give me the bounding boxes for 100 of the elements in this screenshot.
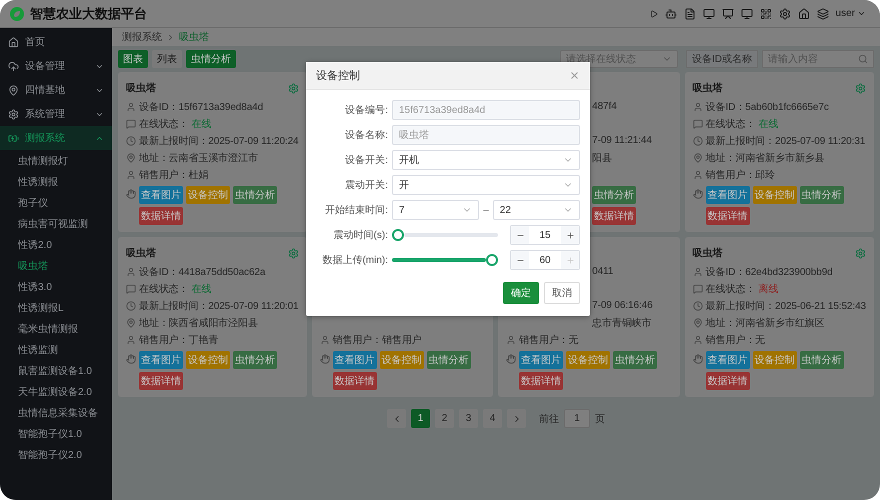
page-button[interactable]: 1 xyxy=(411,409,430,428)
card-button[interactable]: 设备控制 xyxy=(186,351,230,369)
sidebar-item[interactable]: 四情基地 xyxy=(0,78,112,102)
range-separator: – xyxy=(483,204,489,216)
card-text: 设备ID：5ab60b1fc6665e7c xyxy=(706,100,829,114)
dialog-button[interactable]: 取消 xyxy=(544,282,580,304)
card-button[interactable]: 数据详情 xyxy=(706,207,750,225)
sidebar-subitem[interactable]: 虫情信息采集设备 xyxy=(0,402,112,423)
card-button[interactable]: 数据详情 xyxy=(139,372,183,390)
sidebar-item[interactable]: 首页 xyxy=(0,30,112,54)
card-button[interactable]: 设备控制 xyxy=(380,351,424,369)
card-button[interactable]: 查看图片 xyxy=(519,351,564,369)
sidebar-subitem[interactable]: 毫米虫情测报 xyxy=(0,318,112,339)
view-button[interactable]: 列表 xyxy=(152,50,182,68)
sidebar-item[interactable]: 测报系统 xyxy=(0,126,112,150)
sidebar-subitem[interactable]: 智能孢子仪2.0 xyxy=(0,444,112,465)
card-button[interactable]: 数据详情 xyxy=(139,207,183,225)
sidebar-subitem[interactable]: 性诱2.0 xyxy=(0,234,112,255)
sidebar-subitem[interactable]: 性诱测报 xyxy=(0,171,112,192)
view-button[interactable]: 虫情分析 xyxy=(186,50,236,68)
slider[interactable] xyxy=(392,229,498,241)
slider-thumb[interactable] xyxy=(486,254,498,266)
card-button[interactable]: 查看图片 xyxy=(139,186,183,204)
layers-icon[interactable] xyxy=(816,8,829,20)
card-button[interactable]: 虫情分析 xyxy=(800,186,844,204)
document-icon[interactable] xyxy=(684,8,696,20)
close-icon[interactable] xyxy=(569,70,580,81)
card-button[interactable]: 虫情分析 xyxy=(800,351,844,369)
card-button[interactable]: 数据详情 xyxy=(706,372,750,390)
card-button[interactable]: 数据详情 xyxy=(519,372,564,390)
card-button[interactable]: 虫情分析 xyxy=(426,351,471,369)
sidebar-subitem[interactable]: 性诱测报L xyxy=(0,297,112,318)
breadcrumb-link[interactable]: 测报系统 xyxy=(122,30,162,44)
card-text: 销售用户：丁艳青 xyxy=(139,334,218,346)
hand-icon xyxy=(692,354,703,364)
card-button[interactable]: 虫情分析 xyxy=(233,186,277,204)
select-field[interactable]: 7 xyxy=(392,200,480,220)
card-text: 设备ID：15f6713a39ed8a4d xyxy=(139,100,264,114)
plus-button[interactable] xyxy=(561,226,579,244)
card-button[interactable]: 虫情分析 xyxy=(592,186,636,204)
card-button[interactable]: 虫情分析 xyxy=(233,351,277,369)
status-label: 在线状态： xyxy=(706,118,756,130)
search-icon[interactable] xyxy=(858,54,868,64)
slider[interactable] xyxy=(392,254,498,266)
slider-thumb[interactable] xyxy=(392,229,404,241)
robot-icon[interactable] xyxy=(664,8,677,20)
view-button[interactable]: 图表 xyxy=(118,50,148,68)
page-button[interactable]: 3 xyxy=(459,409,478,428)
card-button[interactable]: 设备控制 xyxy=(752,186,797,204)
number-stepper[interactable]: 15 xyxy=(510,225,580,245)
qr-code-icon[interactable] xyxy=(760,8,772,20)
sidebar-subitem[interactable]: 性诱3.0 xyxy=(0,276,112,297)
sidebar-subitem[interactable]: 鼠害监测设备1.0 xyxy=(0,360,112,381)
user-menu[interactable]: user xyxy=(836,8,866,19)
status-label: 在线状态： xyxy=(139,118,189,130)
select-field[interactable]: 开 xyxy=(392,175,580,195)
card-button[interactable]: 数据详情 xyxy=(592,207,636,225)
card-button[interactable]: 设备控制 xyxy=(186,186,230,204)
select-field[interactable]: 开机 xyxy=(392,150,580,170)
home-icon[interactable] xyxy=(798,8,810,20)
select-field[interactable]: 22 xyxy=(492,200,580,220)
page-button[interactable]: 2 xyxy=(435,409,454,428)
sidebar-item[interactable]: 设备管理 xyxy=(0,54,112,78)
dialog-button[interactable]: 确定 xyxy=(503,282,539,304)
status-value: 在线 xyxy=(192,118,212,130)
sidebar-subitem[interactable]: 吸虫塔 xyxy=(0,255,112,276)
card-button[interactable]: 数据详情 xyxy=(332,372,377,390)
card-button[interactable]: 查看图片 xyxy=(139,351,183,369)
card-button[interactable]: 虫情分析 xyxy=(613,351,658,369)
card-text: 最新上报时间：2025-07-09 11:20:24 xyxy=(139,134,299,148)
home-icon xyxy=(8,36,19,48)
person-icon xyxy=(692,102,703,112)
sidebar-subitem[interactable]: 性诱监测 xyxy=(0,339,112,360)
play-icon[interactable] xyxy=(650,10,658,18)
card-text: 忠市青铜峡市 xyxy=(592,316,652,330)
card-button[interactable]: 查看图片 xyxy=(706,351,750,369)
card-button[interactable]: 查看图片 xyxy=(706,186,750,204)
sidebar-item[interactable]: 系统管理 xyxy=(0,102,112,126)
sidebar-subitem[interactable]: 虫情测报灯 xyxy=(0,150,112,171)
page-button[interactable]: 4 xyxy=(483,409,502,428)
sidebar-subitem[interactable]: 天牛监测设备2.0 xyxy=(0,381,112,402)
sidebar-subitem[interactable]: 孢子仪 xyxy=(0,192,112,213)
logo-icon xyxy=(10,6,24,20)
card-text: 最新上报时间：2025-07-09 11:20:31 xyxy=(706,134,866,148)
page-input[interactable]: 1 xyxy=(564,409,590,428)
card-title: 吸虫塔 xyxy=(692,82,723,95)
field-label: 设备名称: xyxy=(344,129,388,142)
settings-icon[interactable] xyxy=(778,8,791,20)
card-button[interactable]: 设备控制 xyxy=(566,351,610,369)
monitor-icon[interactable] xyxy=(702,8,715,20)
card-button[interactable]: 设备控制 xyxy=(752,351,797,369)
sidebar-subitem[interactable]: 智能孢子仪1.0 xyxy=(0,423,112,444)
person-icon xyxy=(126,102,136,112)
map-pin-icon xyxy=(8,84,19,96)
card-button[interactable]: 查看图片 xyxy=(332,351,377,369)
card-text: 销售用户：销售用户 xyxy=(332,334,422,346)
person-icon xyxy=(320,334,330,344)
chart-board-icon[interactable] xyxy=(722,8,734,20)
sidebar-subitem[interactable]: 病虫害可视监测 xyxy=(0,213,112,234)
monitor-icon[interactable] xyxy=(740,8,753,20)
